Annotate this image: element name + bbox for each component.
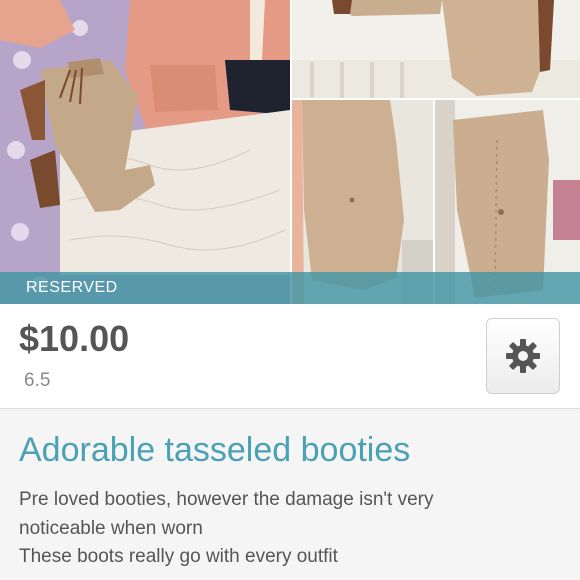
listing-title: Adorable tasseled booties bbox=[19, 431, 411, 469]
listing-price: $10.00 bbox=[19, 318, 130, 359]
boot-top-photo[interactable] bbox=[292, 0, 580, 98]
boot-shelf-image bbox=[292, 0, 580, 98]
listing-size: 6.5 bbox=[24, 370, 51, 391]
boots-outfit-image bbox=[0, 0, 290, 304]
description-line: noticeable when worn bbox=[19, 518, 203, 539]
photo-gallery: RESERVED bbox=[0, 0, 580, 304]
description-panel: Adorable tasseled booties Pre loved boot… bbox=[0, 408, 580, 580]
reserved-status-label: RESERVED bbox=[26, 279, 118, 296]
gear-icon bbox=[506, 339, 540, 373]
price-panel: $10.00 6.5 bbox=[0, 304, 580, 408]
settings-button[interactable] bbox=[486, 318, 560, 394]
main-listing-photo[interactable] bbox=[0, 0, 290, 304]
description-line: These boots really go with every outfit bbox=[19, 546, 338, 567]
description-line: Pre loved booties, however the damage is… bbox=[19, 489, 434, 510]
reserved-banner: RESERVED bbox=[0, 272, 580, 304]
